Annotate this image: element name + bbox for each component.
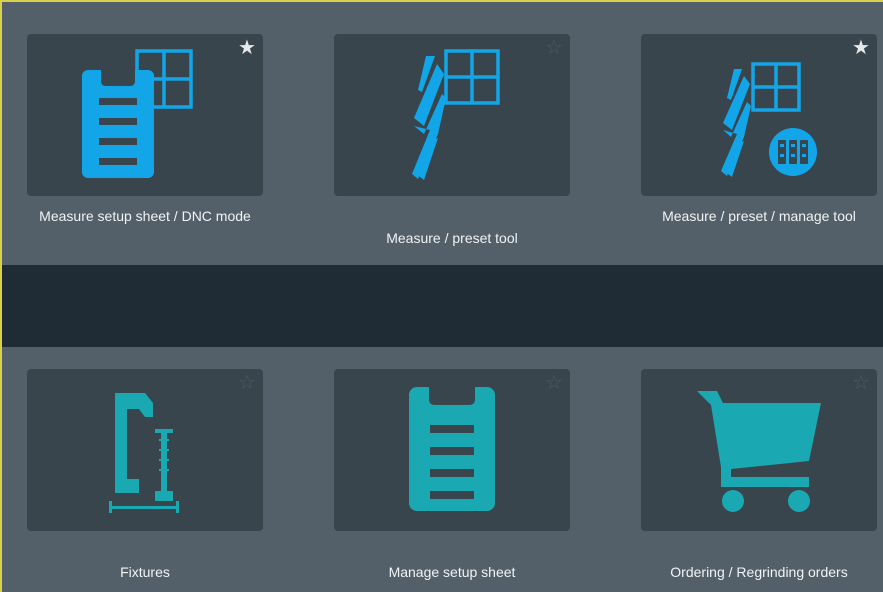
tile-measure-setup-sheet-box[interactable]: ★ <box>27 34 263 196</box>
tile-measure-preset-manage-tool-box[interactable]: ★ <box>641 34 877 196</box>
tile-manage-setup-sheet-box[interactable]: ☆ <box>334 369 570 531</box>
tile-label: Measure / preset / manage tool <box>662 208 856 224</box>
clamp-icon <box>109 393 179 513</box>
launcher-panel: ★ Measure setup sheet / DNC mode ☆ Measu… <box>0 0 883 592</box>
bottom-tiles-section: ☆ Fixtures ☆ Manage setup sheet ☆ Orderi… <box>2 347 883 592</box>
tile-fixtures-box[interactable]: ☆ <box>27 369 263 531</box>
section-divider <box>2 265 883 347</box>
favorite-star-icon[interactable]: ☆ <box>544 37 564 57</box>
clipboard-icon <box>409 387 495 511</box>
tile-label: Measure setup sheet / DNC mode <box>39 208 251 224</box>
favorite-star-icon[interactable]: ★ <box>237 37 257 57</box>
favorite-star-icon[interactable]: ☆ <box>544 372 564 392</box>
setup-sheet-grid-icon <box>82 49 193 178</box>
drill-grid-icon <box>412 49 500 180</box>
tile-label: Fixtures <box>120 564 170 580</box>
drill-grid-manage-icon <box>721 62 817 177</box>
favorite-star-icon[interactable]: ★ <box>851 37 871 57</box>
top-tiles-section: ★ Measure setup sheet / DNC mode ☆ Measu… <box>2 2 883 265</box>
tile-ordering-regrinding-box[interactable]: ☆ <box>641 369 877 531</box>
favorite-star-icon[interactable]: ☆ <box>237 372 257 392</box>
favorite-star-icon[interactable]: ☆ <box>851 372 871 392</box>
tile-label: Measure / preset tool <box>386 230 518 246</box>
tile-label: Ordering / Regrinding orders <box>670 564 848 580</box>
tile-label: Manage setup sheet <box>388 564 516 580</box>
tile-measure-preset-tool-box[interactable]: ☆ <box>334 34 570 196</box>
shopping-cart-icon <box>697 391 821 512</box>
